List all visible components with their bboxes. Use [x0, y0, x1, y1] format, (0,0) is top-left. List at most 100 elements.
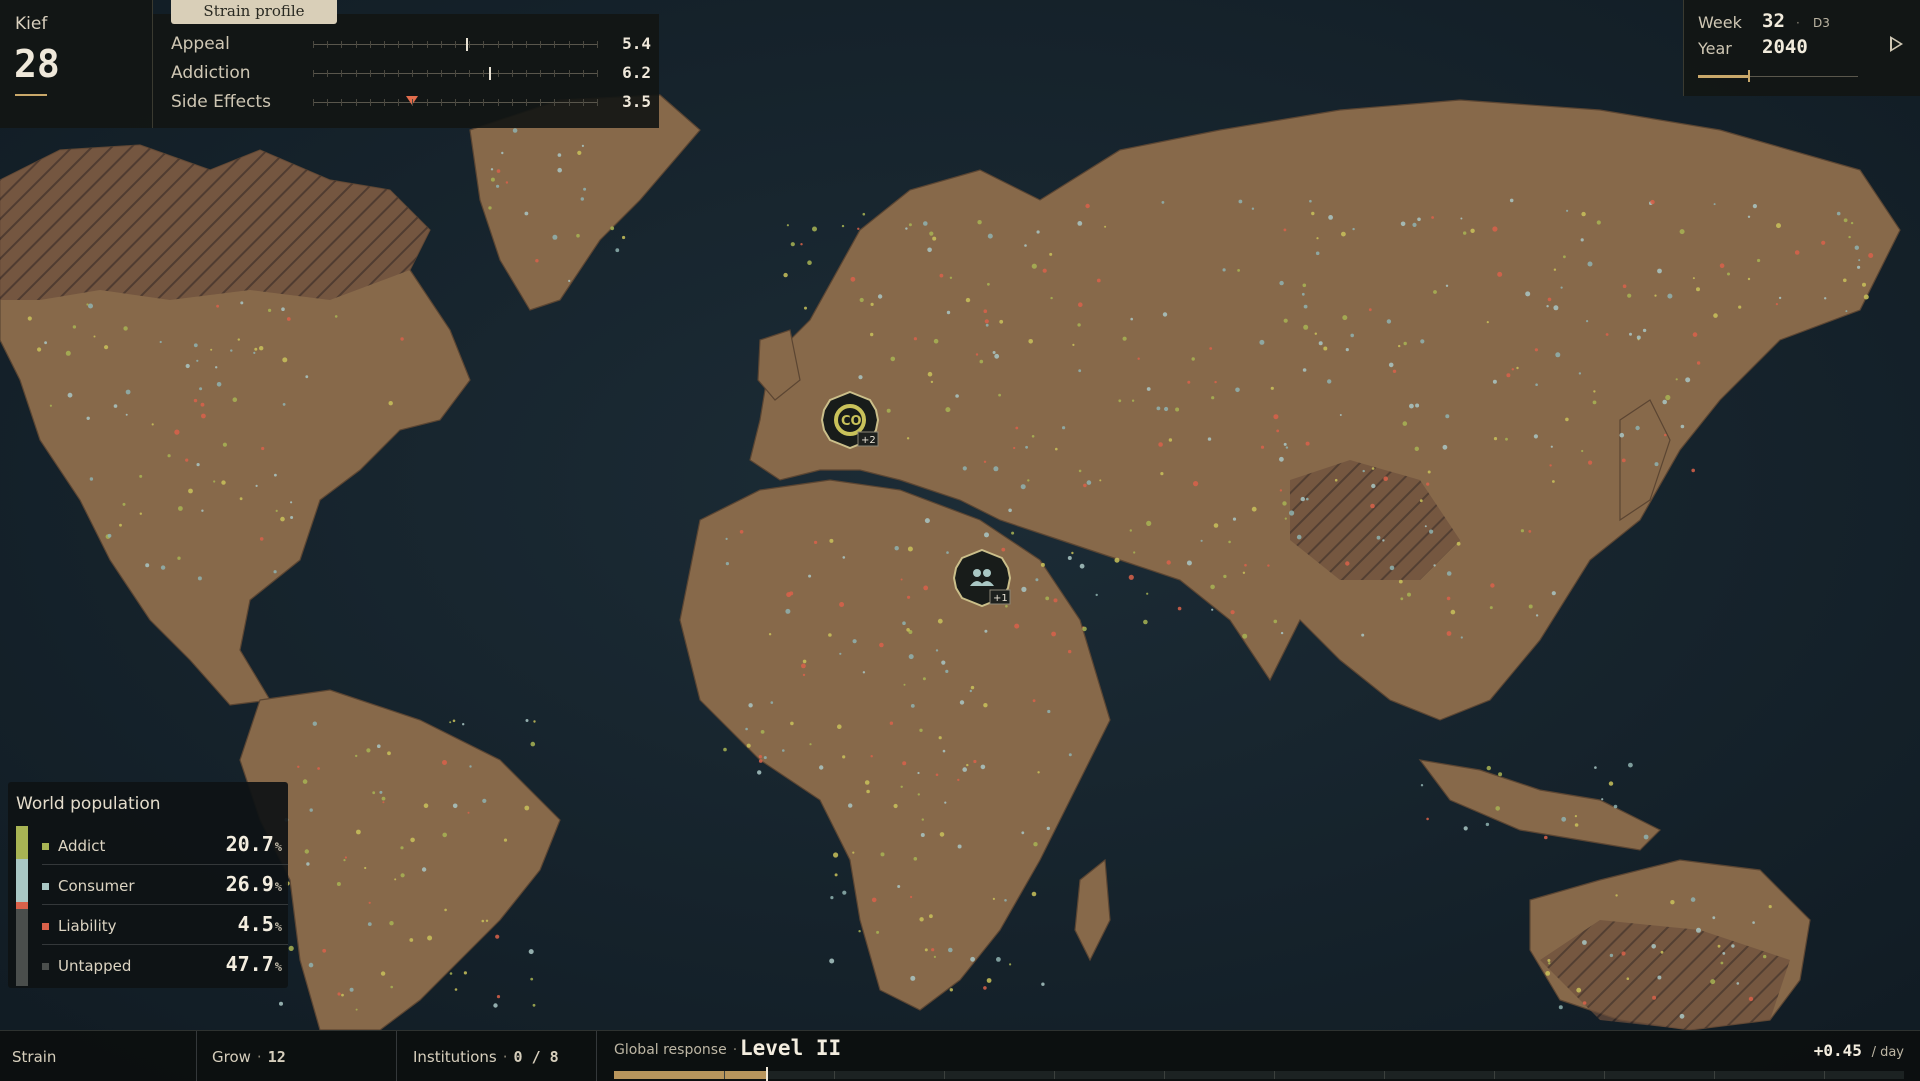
population-dot	[1068, 649, 1072, 654]
population-dot	[1738, 305, 1742, 309]
population-dot	[576, 233, 580, 238]
population-dot	[1580, 238, 1584, 242]
stat-label: Side Effects	[171, 92, 271, 112]
population-dot	[1426, 482, 1430, 486]
population-dot	[1078, 369, 1082, 373]
population-dot	[1323, 346, 1328, 351]
population-dot	[174, 429, 180, 435]
strain-profile-tab[interactable]: Strain profile	[171, 0, 337, 24]
population-dot	[1528, 530, 1532, 533]
population-dot	[1836, 211, 1841, 216]
population-dot	[1334, 478, 1338, 482]
population-dot	[992, 351, 996, 354]
population-dot	[1768, 905, 1772, 909]
strain-panel[interactable]: Kief 28	[0, 0, 153, 128]
institutions-tab[interactable]: Institutions · 0 / 8	[396, 1031, 597, 1081]
population-dot	[488, 206, 492, 210]
play-button[interactable]	[1890, 36, 1903, 52]
population-dot	[336, 882, 341, 886]
population-dot	[1424, 525, 1427, 528]
population-dot	[1191, 357, 1195, 361]
population-dot	[259, 537, 264, 541]
population-dot	[1550, 445, 1553, 448]
population-dot	[1675, 378, 1678, 381]
population-dot	[528, 949, 534, 955]
population-dot	[532, 1003, 536, 1007]
stat-label: Appeal	[171, 34, 230, 54]
strain-tab[interactable]: Strain	[0, 1031, 197, 1081]
population-dot	[1643, 834, 1649, 840]
population-dot	[1549, 464, 1552, 467]
population-dot	[1696, 927, 1701, 933]
world-map[interactable]: CO +2 +1	[0, 0, 1920, 1080]
population-dot	[1414, 446, 1420, 451]
population-dot	[828, 633, 832, 637]
population-dot	[1021, 586, 1027, 593]
population-dot	[998, 393, 1001, 397]
population-dot	[970, 956, 975, 962]
population-dot	[927, 371, 933, 377]
population-dot	[1752, 921, 1755, 924]
population-dot	[200, 402, 205, 407]
mideast-event-marker[interactable]: +1	[952, 548, 1012, 608]
population-dot	[259, 346, 264, 351]
population-dot	[1555, 352, 1561, 358]
population-dot	[1533, 434, 1538, 439]
population-dot	[449, 972, 453, 975]
population-dot	[1279, 456, 1284, 462]
population-dot	[1593, 390, 1596, 393]
population-dot	[1160, 472, 1164, 476]
population-dot	[1083, 483, 1087, 488]
population-dot	[1858, 259, 1861, 262]
population-dot	[725, 562, 730, 566]
population-dot	[1713, 203, 1716, 206]
population-dot	[802, 673, 806, 677]
population-dot	[1230, 610, 1235, 615]
pop-value: 26.9%	[225, 872, 282, 896]
europe-event-marker[interactable]: CO +2	[820, 390, 880, 450]
population-dot	[938, 736, 942, 740]
population-dot	[1509, 198, 1514, 203]
population-dot	[1560, 286, 1563, 289]
grow-tab[interactable]: Grow · 12	[196, 1031, 397, 1081]
population-dot	[188, 488, 193, 494]
global-response-fill	[614, 1071, 767, 1079]
population-dot	[935, 773, 939, 777]
population-dot	[879, 642, 884, 648]
population-dot	[987, 233, 993, 239]
year-value: 2040	[1762, 36, 1808, 58]
population-dot	[1628, 762, 1633, 768]
population-dot	[337, 992, 341, 996]
population-dot	[984, 319, 989, 324]
population-dot	[1276, 429, 1280, 433]
week-value: 32	[1762, 10, 1785, 32]
population-dot	[1033, 842, 1038, 847]
population-dot	[159, 340, 162, 344]
response-tick	[1714, 1071, 1715, 1079]
population-dot	[1055, 447, 1058, 451]
population-dot	[1046, 826, 1051, 831]
population-dot	[1031, 891, 1037, 897]
population-dot	[999, 319, 1004, 324]
pop-label: Consumer	[58, 877, 135, 895]
population-dot	[568, 279, 571, 282]
population-dot	[317, 767, 320, 770]
week-label: Week	[1698, 13, 1742, 32]
population-dot	[512, 128, 518, 133]
population-dot	[356, 829, 361, 835]
population-dot	[1868, 253, 1874, 258]
population-dot	[309, 808, 313, 812]
population-dot	[902, 621, 906, 625]
population-dot	[1383, 476, 1388, 482]
population-dot	[380, 971, 386, 976]
population-dot	[970, 685, 975, 690]
population-dot	[1486, 321, 1489, 324]
population-dot	[1082, 626, 1087, 632]
population-dot	[1492, 379, 1497, 384]
population-dot	[1578, 372, 1582, 375]
population-dot	[505, 181, 509, 184]
population-dot	[1210, 584, 1215, 590]
population-dot	[1403, 341, 1407, 346]
population-dot	[917, 793, 920, 796]
population-dot	[1845, 310, 1848, 313]
